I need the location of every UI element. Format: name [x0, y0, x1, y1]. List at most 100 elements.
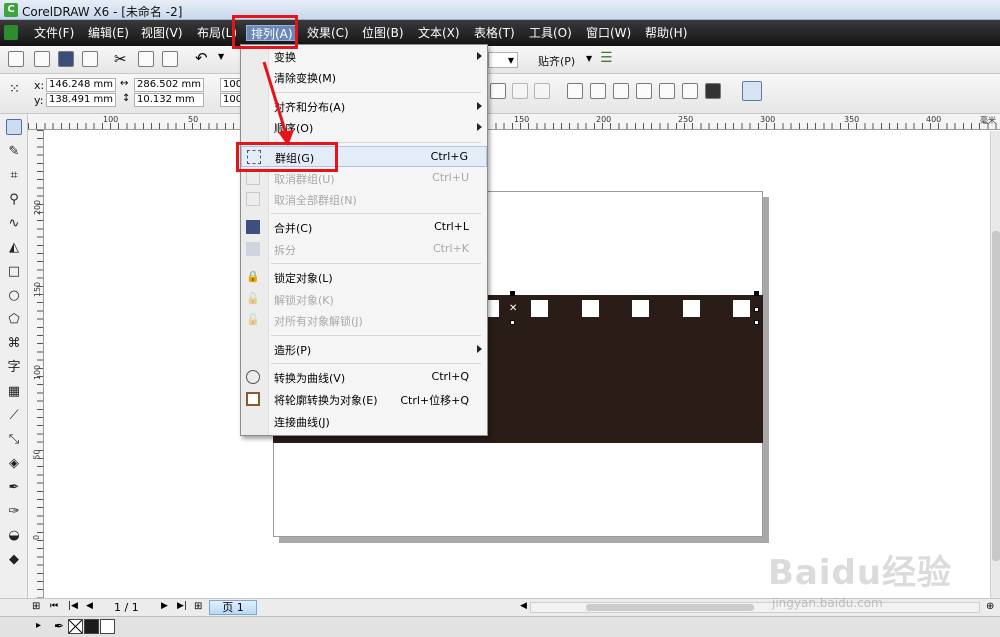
snap-dropdown-icon[interactable]: ▼ — [586, 54, 592, 63]
menu-table[interactable]: 表格(T) — [470, 25, 519, 41]
open-folder-icon[interactable] — [34, 51, 50, 67]
mirror-icon[interactable] — [490, 83, 506, 99]
selection-handle[interactable] — [510, 320, 515, 325]
coreldraw-menu-icon[interactable] — [4, 25, 18, 40]
zoom-tool-icon[interactable]: ⚲ — [6, 192, 22, 208]
menu-item-combine[interactable]: 合并(C) Ctrl+L — [241, 217, 487, 238]
menu-edit[interactable]: 编辑(E) — [84, 25, 133, 41]
menu-item-outline-to-object[interactable]: 将轮廓转换为对象(E) Ctrl+位移+Q — [241, 389, 487, 410]
intersect-icon[interactable] — [613, 83, 629, 99]
x-position-field[interactable]: 146.248 mm — [46, 78, 116, 92]
menu-effects[interactable]: 效果(C) — [303, 25, 353, 41]
selection-center-icon[interactable]: ✕ — [509, 303, 517, 314]
add-page-icon[interactable]: ⊞ — [32, 601, 40, 612]
undo-dropdown-icon[interactable]: ▼ — [218, 52, 224, 61]
menu-file[interactable]: 文件(F) — [30, 25, 78, 41]
zoom-navigator-icon[interactable]: ⊕ — [986, 601, 994, 612]
menu-window[interactable]: 窗口(W) — [582, 25, 635, 41]
ruler-tick-marks — [28, 123, 1000, 129]
next-page-icon[interactable]: ▶ — [161, 601, 168, 611]
height-field[interactable]: 10.132 mm — [134, 93, 204, 107]
simplify-icon[interactable] — [636, 83, 652, 99]
page-tab[interactable]: 页 1 — [209, 600, 257, 615]
copy-icon[interactable] — [138, 51, 154, 67]
text-tool-icon[interactable]: 字 — [6, 360, 22, 376]
width-field[interactable]: 286.502 mm — [134, 78, 204, 92]
cut-icon[interactable]: ✂ — [114, 50, 127, 68]
y-position-field[interactable]: 138.491 mm — [46, 93, 116, 107]
no-fill-swatch[interactable] — [68, 619, 83, 634]
menu-help[interactable]: 帮助(H) — [641, 25, 691, 41]
menu-item-convert-to-curves[interactable]: 转换为曲线(V) Ctrl+Q — [241, 367, 487, 388]
menu-bitmaps[interactable]: 位图(B) — [358, 25, 408, 41]
add-page-after-icon[interactable]: ⊞ — [194, 601, 202, 612]
crop-tool-icon[interactable]: ⌗ — [6, 168, 22, 184]
eyedropper-icon[interactable]: ✒ — [54, 619, 64, 633]
object-origin-icon[interactable]: ⁙ — [9, 83, 20, 96]
new-document-icon[interactable] — [8, 51, 24, 67]
selection-handle[interactable] — [510, 291, 515, 296]
menu-text[interactable]: 文本(X) — [414, 25, 464, 41]
eyedropper-tool-icon[interactable]: ✒ — [6, 480, 22, 496]
toolbox: ✎ ⌗ ⚲ ∿ ◭ □ ○ ⬠ ⌘ 字 ▦ ⟋ ⤡ ◈ ✒ ✑ ◒ ◆ — [0, 114, 28, 598]
connector-tool-icon[interactable]: ⤡ — [6, 432, 22, 448]
undo-icon[interactable]: ↶ — [195, 49, 208, 67]
menu-tools[interactable]: 工具(O) — [525, 25, 576, 41]
boundary-icon[interactable] — [705, 83, 721, 99]
shape-tool-icon[interactable]: ✎ — [6, 144, 22, 160]
menu-item-lock-object[interactable]: 🔒 锁定对象(L) — [241, 267, 487, 288]
menu-item-join-curves[interactable]: 连接曲线(J) — [241, 411, 487, 432]
white-swatch[interactable] — [100, 619, 115, 634]
previous-page-icon[interactable]: ◀ — [86, 601, 93, 611]
freehand-tool-icon[interactable]: ∿ — [6, 216, 22, 232]
vertical-scrollbar[interactable] — [990, 131, 1000, 598]
white-square-shape[interactable] — [632, 300, 649, 317]
pick-tool-icon[interactable] — [6, 119, 22, 135]
first-page-button-icon[interactable]: |◀ — [68, 601, 78, 611]
paste-icon[interactable] — [162, 51, 178, 67]
fill-tool-icon[interactable]: ◒ — [6, 528, 22, 544]
menu-item-shaping[interactable]: 造形(P) — [241, 339, 487, 360]
interactive-fill-tool-icon[interactable]: ◆ — [6, 552, 22, 568]
weld-icon[interactable] — [567, 83, 583, 99]
horizontal-scrollbar[interactable] — [530, 602, 980, 613]
back-minus-front-icon[interactable] — [682, 83, 698, 99]
selection-handle[interactable] — [754, 291, 759, 296]
menu-item-shortcut: Ctrl+K — [432, 242, 469, 255]
ellipse-tool-icon[interactable]: ○ — [6, 288, 22, 304]
scroll-left-icon[interactable]: ◀ — [520, 601, 527, 611]
table-tool-icon[interactable]: ▦ — [6, 384, 22, 400]
black-swatch[interactable] — [84, 619, 99, 634]
white-square-shape[interactable] — [683, 300, 700, 317]
blend-tool-icon[interactable]: ◈ — [6, 456, 22, 472]
ungroup-all-icon — [246, 192, 260, 206]
white-square-shape[interactable] — [582, 300, 599, 317]
first-page-icon[interactable]: ⏮ — [50, 601, 58, 611]
menu-view[interactable]: 视图(V) — [137, 25, 187, 41]
basic-shapes-tool-icon[interactable]: ⌘ — [6, 336, 22, 352]
menu-item-shortcut: Ctrl+位移+Q — [400, 394, 469, 407]
smart-fill-tool-icon[interactable]: ◭ — [6, 240, 22, 256]
white-square-shape[interactable] — [531, 300, 548, 317]
front-minus-back-icon[interactable] — [659, 83, 675, 99]
save-icon[interactable] — [58, 51, 74, 67]
trim-icon[interactable] — [590, 83, 606, 99]
outline-pen-tool-icon[interactable]: ✑ — [6, 504, 22, 520]
polygon-tool-icon[interactable]: ⬠ — [6, 312, 22, 328]
play-icon[interactable]: ▸ — [36, 620, 41, 631]
white-square-shape[interactable] — [733, 300, 750, 317]
print-icon[interactable] — [82, 51, 98, 67]
dimension-tool-icon[interactable]: ⟋ — [6, 408, 22, 424]
snap-to-button[interactable]: 贴齐(P) — [538, 53, 575, 69]
create-boundary-icon[interactable] — [742, 81, 762, 101]
rectangle-tool-icon[interactable]: □ — [6, 264, 22, 280]
menu-item-label: 转换为曲线(V) — [274, 372, 346, 385]
horizontal-scroll-thumb[interactable] — [586, 604, 754, 611]
zoom-dropdown[interactable]: ▼ — [488, 52, 518, 68]
selection-handle[interactable] — [754, 307, 759, 312]
vertical-scroll-thumb[interactable] — [992, 231, 1000, 561]
selection-handle[interactable] — [754, 320, 759, 325]
menu-item-label: 取消全部群组(N) — [274, 194, 357, 207]
options-icon[interactable]: ☰ — [600, 50, 613, 66]
last-page-icon[interactable]: ▶| — [177, 601, 187, 611]
